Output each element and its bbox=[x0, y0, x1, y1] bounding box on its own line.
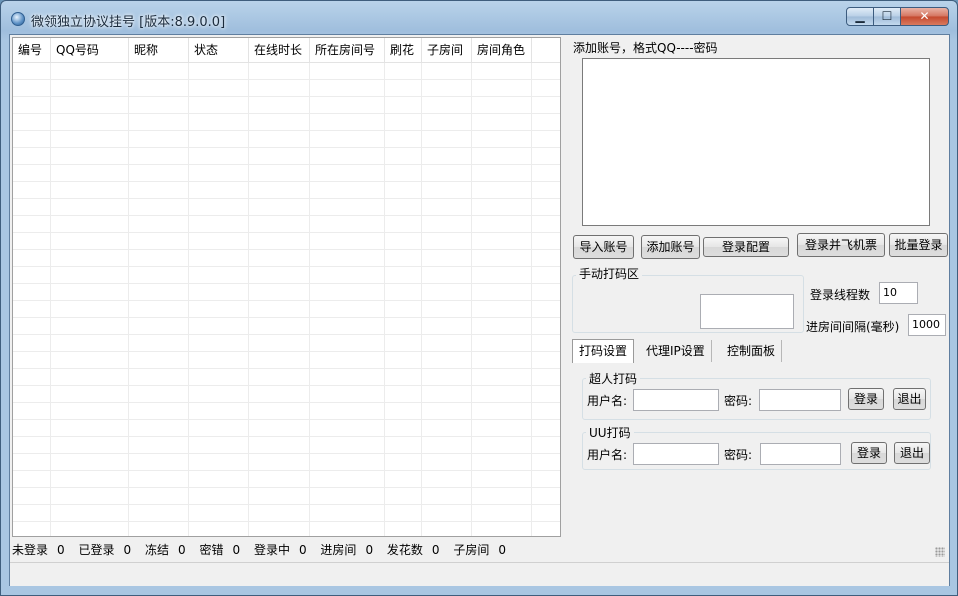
uu-username-input[interactable] bbox=[633, 443, 719, 465]
chaoren-password-input[interactable] bbox=[759, 389, 841, 411]
tab-proxy-settings[interactable]: 代理IP设置 bbox=[640, 340, 712, 362]
login-config-button[interactable]: 登录配置 bbox=[703, 237, 789, 257]
manual-captcha-title: 手动打码区 bbox=[576, 265, 643, 282]
status-flowers-sent-label: 发花数 bbox=[386, 543, 423, 557]
status-frozen-value: 0 bbox=[177, 543, 186, 557]
table-header: 编号 QQ号码 昵称 状态 在线时长 所在房间号 刷花 子房间 房间角色 bbox=[13, 38, 560, 63]
uu-login-button[interactable]: 登录 bbox=[851, 442, 887, 464]
room-interval-label: 进房间间隔(毫秒) bbox=[806, 320, 900, 334]
account-textarea[interactable] bbox=[582, 58, 930, 226]
status-logging-in-value: 0 bbox=[298, 543, 307, 557]
window-title: 微领独立协议挂号 [版本:8.9.0.0] bbox=[31, 15, 226, 30]
status-not-logged-label: 未登录 bbox=[12, 543, 49, 557]
tab-captcha-settings[interactable]: 打码设置 bbox=[572, 339, 635, 363]
import-accounts-button[interactable]: 导入账号 bbox=[573, 235, 634, 259]
account-input-label: 添加账号，格式QQ----密码 bbox=[573, 41, 718, 55]
status-logged-value: 0 bbox=[123, 543, 132, 557]
close-button[interactable]: ✕ bbox=[900, 7, 949, 26]
uu-group-title: UU打码 bbox=[586, 424, 634, 441]
chaoren-username-input[interactable] bbox=[633, 389, 719, 411]
column-header-flowers[interactable]: 刷花 bbox=[385, 38, 422, 62]
chaoren-group-title: 超人打码 bbox=[586, 370, 641, 387]
uu-logout-button[interactable]: 退出 bbox=[894, 442, 930, 464]
bottom-strip bbox=[10, 562, 949, 586]
chaoren-login-button[interactable]: 登录 bbox=[848, 388, 884, 410]
column-header-room-role[interactable]: 房间角色 bbox=[472, 38, 532, 62]
column-header-id[interactable]: 编号 bbox=[13, 38, 51, 62]
status-flowers-sent-value: 0 bbox=[431, 543, 440, 557]
chaoren-logout-button[interactable]: 退出 bbox=[893, 388, 926, 410]
status-logged-label: 已登录 bbox=[78, 543, 115, 557]
status-not-logged-value: 0 bbox=[57, 543, 65, 557]
title-bar[interactable]: 微领独立协议挂号 [版本:8.9.0.0] ▁ ☐ ✕ bbox=[1, 1, 957, 33]
status-bar: 未登录 0 已登录 0 冻结 0 密错 0 登录中 0 进房间 0 发花数 0 子房间 0 bbox=[12, 539, 947, 561]
resize-grip-icon[interactable] bbox=[935, 547, 945, 557]
status-frozen-label: 冻结 bbox=[144, 543, 169, 557]
status-wrong-pass-value: 0 bbox=[232, 543, 241, 557]
client-area: 编号 QQ号码 昵称 状态 在线时长 所在房间号 刷花 子房间 房间角色 添加账… bbox=[9, 34, 950, 586]
room-interval-input[interactable]: 1000 bbox=[908, 314, 946, 336]
column-header-status[interactable]: 状态 bbox=[189, 38, 249, 62]
status-logging-in-label: 登录中 bbox=[253, 543, 290, 557]
status-entering-room-label: 进房间 bbox=[320, 543, 357, 557]
captcha-image-box[interactable] bbox=[700, 294, 794, 329]
batch-login-button[interactable]: 批量登录 bbox=[889, 233, 948, 257]
column-header-subroom[interactable]: 子房间 bbox=[422, 38, 472, 62]
column-header-online-time[interactable]: 在线时长 bbox=[249, 38, 310, 62]
account-table[interactable]: 编号 QQ号码 昵称 状态 在线时长 所在房间号 刷花 子房间 房间角色 bbox=[12, 37, 561, 537]
status-subroom-value: 0 bbox=[498, 543, 507, 557]
tab-control-panel[interactable]: 控制面板 bbox=[721, 340, 783, 362]
column-header-room[interactable]: 所在房间号 bbox=[310, 38, 385, 62]
thread-count-label: 登录线程数 bbox=[810, 288, 871, 302]
uu-password-label: 密码: bbox=[724, 448, 753, 462]
status-entering-room-value: 0 bbox=[365, 543, 374, 557]
status-subroom-label: 子房间 bbox=[453, 543, 490, 557]
uu-password-input[interactable] bbox=[760, 443, 841, 465]
app-icon bbox=[11, 12, 25, 26]
column-header-nickname[interactable]: 昵称 bbox=[129, 38, 189, 62]
login-ticket-button[interactable]: 登录并飞机票 bbox=[797, 233, 885, 257]
column-header-qq[interactable]: QQ号码 bbox=[51, 38, 129, 62]
minimize-button[interactable]: ▁ bbox=[846, 7, 874, 26]
uu-username-label: 用户名: bbox=[587, 448, 628, 462]
status-wrong-pass-label: 密错 bbox=[199, 543, 224, 557]
main-window: 微领独立协议挂号 [版本:8.9.0.0] ▁ ☐ ✕ 编号 QQ号码 昵称 状… bbox=[0, 0, 958, 596]
thread-count-input[interactable]: 10 bbox=[879, 282, 918, 304]
add-account-button[interactable]: 添加账号 bbox=[641, 235, 700, 259]
chaoren-username-label: 用户名: bbox=[587, 394, 628, 408]
maximize-button[interactable]: ☐ bbox=[873, 7, 901, 26]
chaoren-password-label: 密码: bbox=[724, 394, 753, 408]
